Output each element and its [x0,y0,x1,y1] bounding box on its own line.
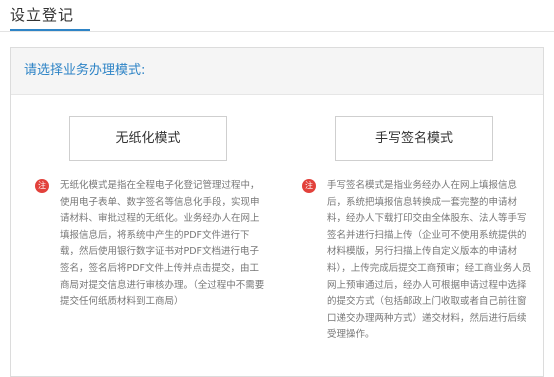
paperless-mode-note: 注 无纸化模式是指在全程电子化登记管理过程中，使用电子表单、数字签名等信息化手段… [35,178,265,311]
handwritten-mode-description: 手写签名模式是指业务经办人在网上填报信息后，系统把填报信息转换成一套完整的申请材… [327,180,532,341]
handwritten-mode-note: 注 手写签名模式是指业务经办人在网上填报信息后，系统把填报信息转换成一套完整的申… [302,178,534,344]
mode-selection-panel: 请选择业务办理模式: 无纸化模式 手写签名模式 注 无纸化模式是指在全程电子化登… [10,47,544,377]
panel-header: 请选择业务办理模式: [11,48,543,95]
paperless-mode-button[interactable]: 无纸化模式 [69,116,227,161]
paperless-mode-description: 无纸化模式是指在全程电子化登记管理过程中，使用电子表单、数字签名等信息化手段，实… [60,180,265,308]
note-icon: 注 [302,179,316,193]
note-icon: 注 [35,179,49,193]
page-title: 设立登记 [10,6,75,24]
handwritten-signature-mode-button[interactable]: 手写签名模式 [335,116,493,161]
title-divider [0,31,554,32]
